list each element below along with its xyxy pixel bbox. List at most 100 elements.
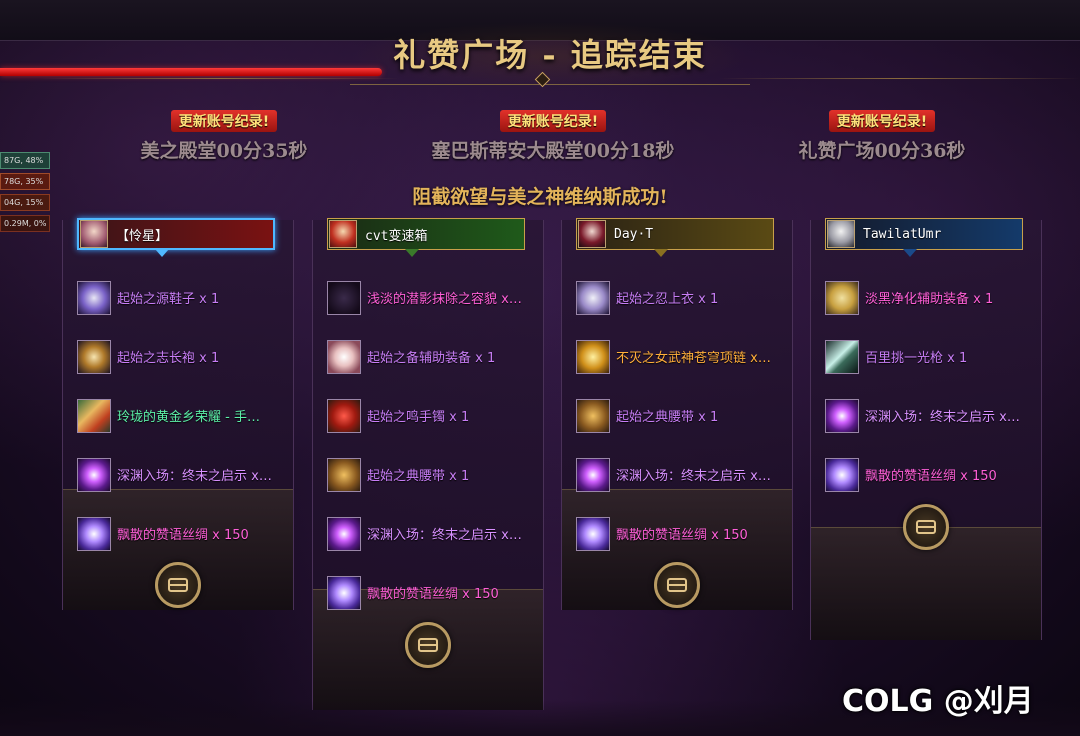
player-pointer-icon	[155, 249, 169, 257]
abyss-orb-icon	[576, 457, 610, 492]
item-label: 飘散的赞语丝绸 x 150	[367, 587, 499, 602]
silk-icon	[825, 457, 859, 492]
reward-item[interactable]: 起始之忍上衣 x 1	[576, 268, 786, 327]
chest-icon	[168, 578, 188, 592]
reward-item[interactable]: 浅淡的潜影抹除之容貌 x…	[327, 268, 537, 327]
record-1: 更新账号纪录! 美之殿堂00分35秒	[84, 110, 364, 163]
robe-icon	[77, 339, 111, 374]
reward-item[interactable]: 起始之典腰带 x 1	[327, 445, 537, 504]
spear-icon	[825, 339, 859, 374]
item-label: 起始之志长袍 x 1	[117, 351, 220, 366]
open-chest-button[interactable]	[405, 622, 451, 668]
record-3: 更新账号纪录! 礼赞广场00分36秒	[742, 110, 1022, 163]
open-chest-button[interactable]	[903, 504, 949, 550]
player-card[interactable]: cvt变速箱	[327, 218, 525, 250]
hp-bar	[0, 68, 382, 76]
record-2: 更新账号纪录! 塞巴斯蒂安大殿堂00分18秒	[413, 110, 693, 163]
mask-icon	[327, 280, 361, 315]
item-label: 飘散的赞语丝绸 x 150	[865, 469, 997, 484]
chest-icon	[916, 520, 936, 534]
reward-column-3: Day·T 起始之忍上衣 x 1 不灭之女武神苍穹项链 x… 起始之典腰带 x …	[561, 218, 793, 610]
record-badge: 更新账号纪录!	[828, 110, 936, 132]
item-list: 浅淡的潜影抹除之容貌 x… 起始之备辅助装备 x 1 起始之鸣手镯 x 1 起始…	[327, 268, 537, 622]
belt-icon	[327, 457, 361, 492]
coat-icon	[576, 280, 610, 315]
reward-item[interactable]: 玲珑的黄金乡荣耀 - 手…	[77, 386, 287, 445]
item-label: 深渊入场：终末之启示 x…	[117, 469, 272, 484]
silk-icon	[576, 516, 610, 551]
item-label: 起始之源鞋子 x 1	[117, 292, 220, 307]
abyss-orb-icon	[327, 516, 361, 551]
item-label: 起始之鸣手镯 x 1	[367, 410, 470, 425]
player-pointer-icon	[405, 249, 419, 257]
reward-item[interactable]: 深渊入场：终末之启示 x…	[327, 504, 537, 563]
player-name: 【怜星】	[116, 228, 169, 244]
aux-equip-icon	[327, 339, 361, 374]
player-avatar	[80, 220, 108, 248]
item-label: 飘散的赞语丝绸 x 150	[616, 528, 748, 543]
side-stats-panel: 87G, 48% 78G, 35% 04G, 15% 0.29M, 0%	[0, 152, 50, 236]
reward-item[interactable]: 淡黑净化辅助装备 x 1	[825, 268, 1035, 327]
item-label: 起始之典腰带 x 1	[616, 410, 719, 425]
title-divider-left	[40, 78, 400, 79]
bracelet-icon	[327, 398, 361, 433]
gold-emblem-icon	[77, 398, 111, 433]
item-list: 起始之忍上衣 x 1 不灭之女武神苍穹项链 x… 起始之典腰带 x 1 深渊入场…	[576, 268, 786, 563]
hoop-icon	[825, 280, 859, 315]
item-label: 百里挑一光枪 x 1	[865, 351, 968, 366]
player-card[interactable]: TawilatUmr	[825, 218, 1023, 250]
stat-row: 04G, 15%	[0, 194, 50, 211]
player-avatar	[329, 220, 357, 248]
item-label: 深渊入场：终末之启示 x…	[367, 528, 522, 543]
belt-icon	[576, 398, 610, 433]
reward-item[interactable]: 起始之源鞋子 x 1	[77, 268, 287, 327]
item-label: 深渊入场：终末之启示 x…	[865, 410, 1020, 425]
chest-icon	[418, 638, 438, 652]
abyss-orb-icon	[825, 398, 859, 433]
record-badge: 更新账号纪录!	[499, 110, 607, 132]
open-chest-button[interactable]	[654, 562, 700, 608]
silk-icon	[327, 575, 361, 610]
stat-row: 0.29M, 0%	[0, 215, 50, 232]
player-name: cvt变速箱	[365, 228, 428, 244]
reward-column-1: 【怜星】 起始之源鞋子 x 1 起始之志长袍 x 1 玲珑的黄金乡荣耀 - 手……	[62, 218, 294, 610]
reward-item[interactable]: 飘散的赞语丝绸 x 150	[77, 504, 287, 563]
player-avatar	[827, 220, 855, 248]
item-list: 起始之源鞋子 x 1 起始之志长袍 x 1 玲珑的黄金乡荣耀 - 手… 深渊入场…	[77, 268, 287, 563]
reward-column-2: cvt变速箱 浅淡的潜影抹除之容貌 x… 起始之备辅助装备 x 1 起始之鸣手镯…	[312, 218, 544, 710]
reward-item[interactable]: 深渊入场：终末之启示 x…	[825, 386, 1035, 445]
item-label: 起始之典腰带 x 1	[367, 469, 470, 484]
open-chest-button[interactable]	[155, 562, 201, 608]
item-list: 淡黑净化辅助装备 x 1 百里挑一光枪 x 1 深渊入场：终末之启示 x… 飘散…	[825, 268, 1035, 504]
player-name: TawilatUmr	[863, 226, 942, 242]
record-text: 塞巴斯蒂安大殿堂00分18秒	[431, 140, 675, 162]
reward-item[interactable]: 深渊入场：终末之启示 x…	[77, 445, 287, 504]
player-pointer-icon	[654, 249, 668, 257]
stat-row: 87G, 48%	[0, 152, 50, 169]
player-pointer-icon	[903, 249, 917, 257]
reward-item[interactable]: 飘散的赞语丝绸 x 150	[576, 504, 786, 563]
reward-item[interactable]: 百里挑一光枪 x 1	[825, 327, 1035, 386]
reward-item[interactable]: 飘散的赞语丝绸 x 150	[825, 445, 1035, 504]
reward-item[interactable]: 起始之典腰带 x 1	[576, 386, 786, 445]
item-label: 深渊入场：终末之启示 x…	[616, 469, 771, 484]
item-label: 浅淡的潜影抹除之容貌 x…	[367, 292, 522, 307]
title-divider-right	[720, 78, 1080, 79]
abyss-orb-icon	[77, 457, 111, 492]
record-badge: 更新账号纪录!	[170, 110, 278, 132]
reward-item[interactable]: 起始之鸣手镯 x 1	[327, 386, 537, 445]
success-message: 阻截欲望与美之神维纳斯成功!	[412, 186, 668, 208]
silk-icon	[77, 516, 111, 551]
record-text: 美之殿堂00分35秒	[140, 140, 308, 162]
player-card[interactable]: Day·T	[576, 218, 774, 250]
player-card[interactable]: 【怜星】	[77, 218, 275, 250]
watermark: COLG @刈月	[842, 684, 1034, 719]
reward-item[interactable]: 深渊入场：终末之启示 x…	[576, 445, 786, 504]
record-text: 礼赞广场00分36秒	[798, 140, 966, 162]
stat-row: 78G, 35%	[0, 173, 50, 190]
reward-item[interactable]: 起始之志长袍 x 1	[77, 327, 287, 386]
reward-item[interactable]: 起始之备辅助装备 x 1	[327, 327, 537, 386]
page-title: 礼赞广场 - 追踪结束	[393, 36, 707, 74]
reward-item[interactable]: 不灭之女武神苍穹项链 x…	[576, 327, 786, 386]
reward-item[interactable]: 飘散的赞语丝绸 x 150	[327, 563, 537, 622]
